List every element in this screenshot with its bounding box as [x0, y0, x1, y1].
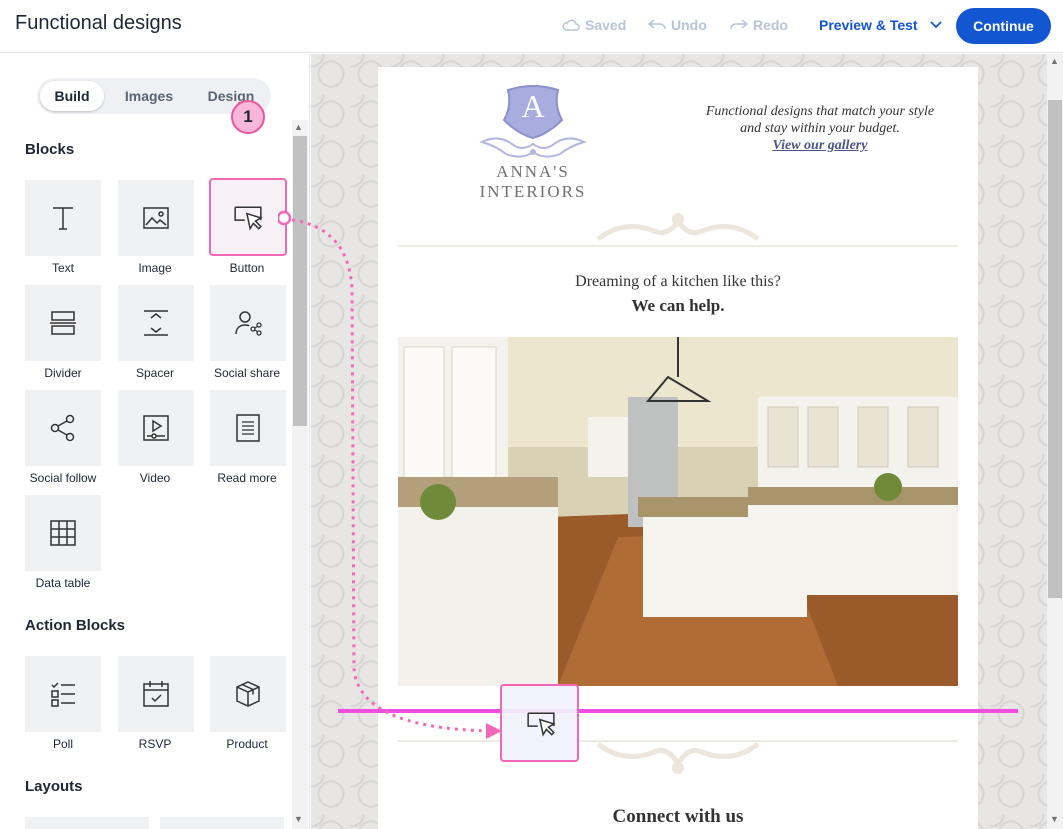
drag-path-arrow: [278, 210, 502, 739]
canvas-scroll-down-arrow[interactable]: ▼: [1050, 814, 1059, 824]
step-badge: 1: [231, 100, 265, 134]
block-product[interactable]: [210, 656, 286, 732]
tab-build[interactable]: Build: [40, 81, 104, 111]
block-label-spacer: Spacer: [135, 366, 175, 380]
block-label-text: Text: [51, 261, 74, 275]
divider-icon: [50, 311, 76, 335]
redo-icon: [730, 19, 748, 30]
image-icon: [143, 207, 169, 229]
block-label-video: Video: [139, 471, 171, 485]
block-label-poll: Poll: [52, 737, 73, 751]
calendar-icon: [143, 681, 169, 707]
poll-icon: [51, 682, 75, 707]
scroll-down-arrow[interactable]: ▼: [294, 814, 303, 824]
video-icon: [143, 415, 169, 441]
block-image[interactable]: [118, 180, 194, 256]
spacer-icon: [144, 310, 168, 336]
block-poll[interactable]: [25, 656, 101, 732]
block-social-follow[interactable]: [25, 390, 101, 466]
product-box-icon: [236, 681, 260, 707]
top-bar: Functional designs Saved Undo Redo Previ…: [0, 0, 1063, 53]
text-icon: [53, 207, 73, 230]
block-button[interactable]: [209, 178, 287, 256]
preview-test-button[interactable]: Preview & Test: [819, 17, 943, 33]
saved-label: Saved: [585, 17, 627, 33]
canvas-scroll-up-arrow[interactable]: ▲: [1050, 56, 1059, 66]
block-rsvp[interactable]: [118, 656, 194, 732]
scroll-up-arrow[interactable]: ▲: [294, 122, 303, 132]
blocks-heading: Blocks: [25, 141, 75, 158]
undo-button[interactable]: Undo: [648, 17, 707, 33]
read-more-icon: [236, 414, 260, 442]
document-title[interactable]: Functional designs: [15, 12, 182, 35]
tab-images[interactable]: Images: [112, 81, 186, 111]
undo-label: Undo: [671, 17, 707, 33]
action-blocks-heading: Action Blocks: [25, 617, 126, 634]
ornament-flourish: [596, 213, 760, 242]
continue-button[interactable]: Continue: [956, 8, 1051, 44]
logo-letter: A: [521, 88, 545, 124]
block-label-image: Image: [138, 261, 172, 275]
chevron-down-icon: [929, 21, 942, 29]
block-social-share[interactable]: [210, 285, 286, 361]
redo-button[interactable]: Redo: [730, 17, 788, 33]
layout-tile[interactable]: [25, 817, 149, 829]
block-spacer[interactable]: [118, 285, 194, 361]
redo-label: Redo: [753, 17, 788, 33]
block-data-table[interactable]: [25, 495, 101, 571]
layouts-heading: Layouts: [25, 778, 83, 795]
preview-label: Preview & Test: [819, 17, 918, 33]
ornament-flourish: [596, 741, 760, 774]
cloud-icon: [562, 19, 580, 31]
undo-icon: [648, 19, 666, 30]
tagline-line-1: Functional designs that match your style: [705, 104, 935, 119]
brand-name: ANNA'S INTERIORS: [479, 162, 587, 201]
layout-tile[interactable]: [160, 817, 284, 829]
block-label-social-follow: Social follow: [29, 471, 97, 485]
block-divider[interactable]: [25, 285, 101, 361]
block-video[interactable]: [118, 390, 194, 466]
block-label-data-table: Data table: [35, 576, 91, 590]
block-label-divider: Divider: [44, 366, 82, 380]
canvas-scroll-thumb[interactable]: [1048, 100, 1062, 598]
view-gallery-link[interactable]: View our gallery: [670, 137, 970, 154]
button-cursor-icon: [527, 712, 556, 737]
block-read-more[interactable]: [210, 390, 286, 466]
button-cursor-icon: [234, 206, 263, 231]
connect-heading: Connect with us: [612, 806, 744, 827]
block-text[interactable]: [25, 180, 101, 256]
social-follow-icon: [50, 414, 75, 442]
block-label-rsvp: RSVP: [138, 737, 172, 751]
saved-status: Saved: [562, 17, 626, 33]
header-tagline: Functional designs that match your style…: [670, 103, 970, 154]
data-table-icon: [50, 520, 76, 546]
tagline-line-2: and stay within your budget.: [740, 121, 900, 136]
dragged-button-block[interactable]: [500, 684, 579, 762]
social-share-icon: [235, 311, 262, 336]
